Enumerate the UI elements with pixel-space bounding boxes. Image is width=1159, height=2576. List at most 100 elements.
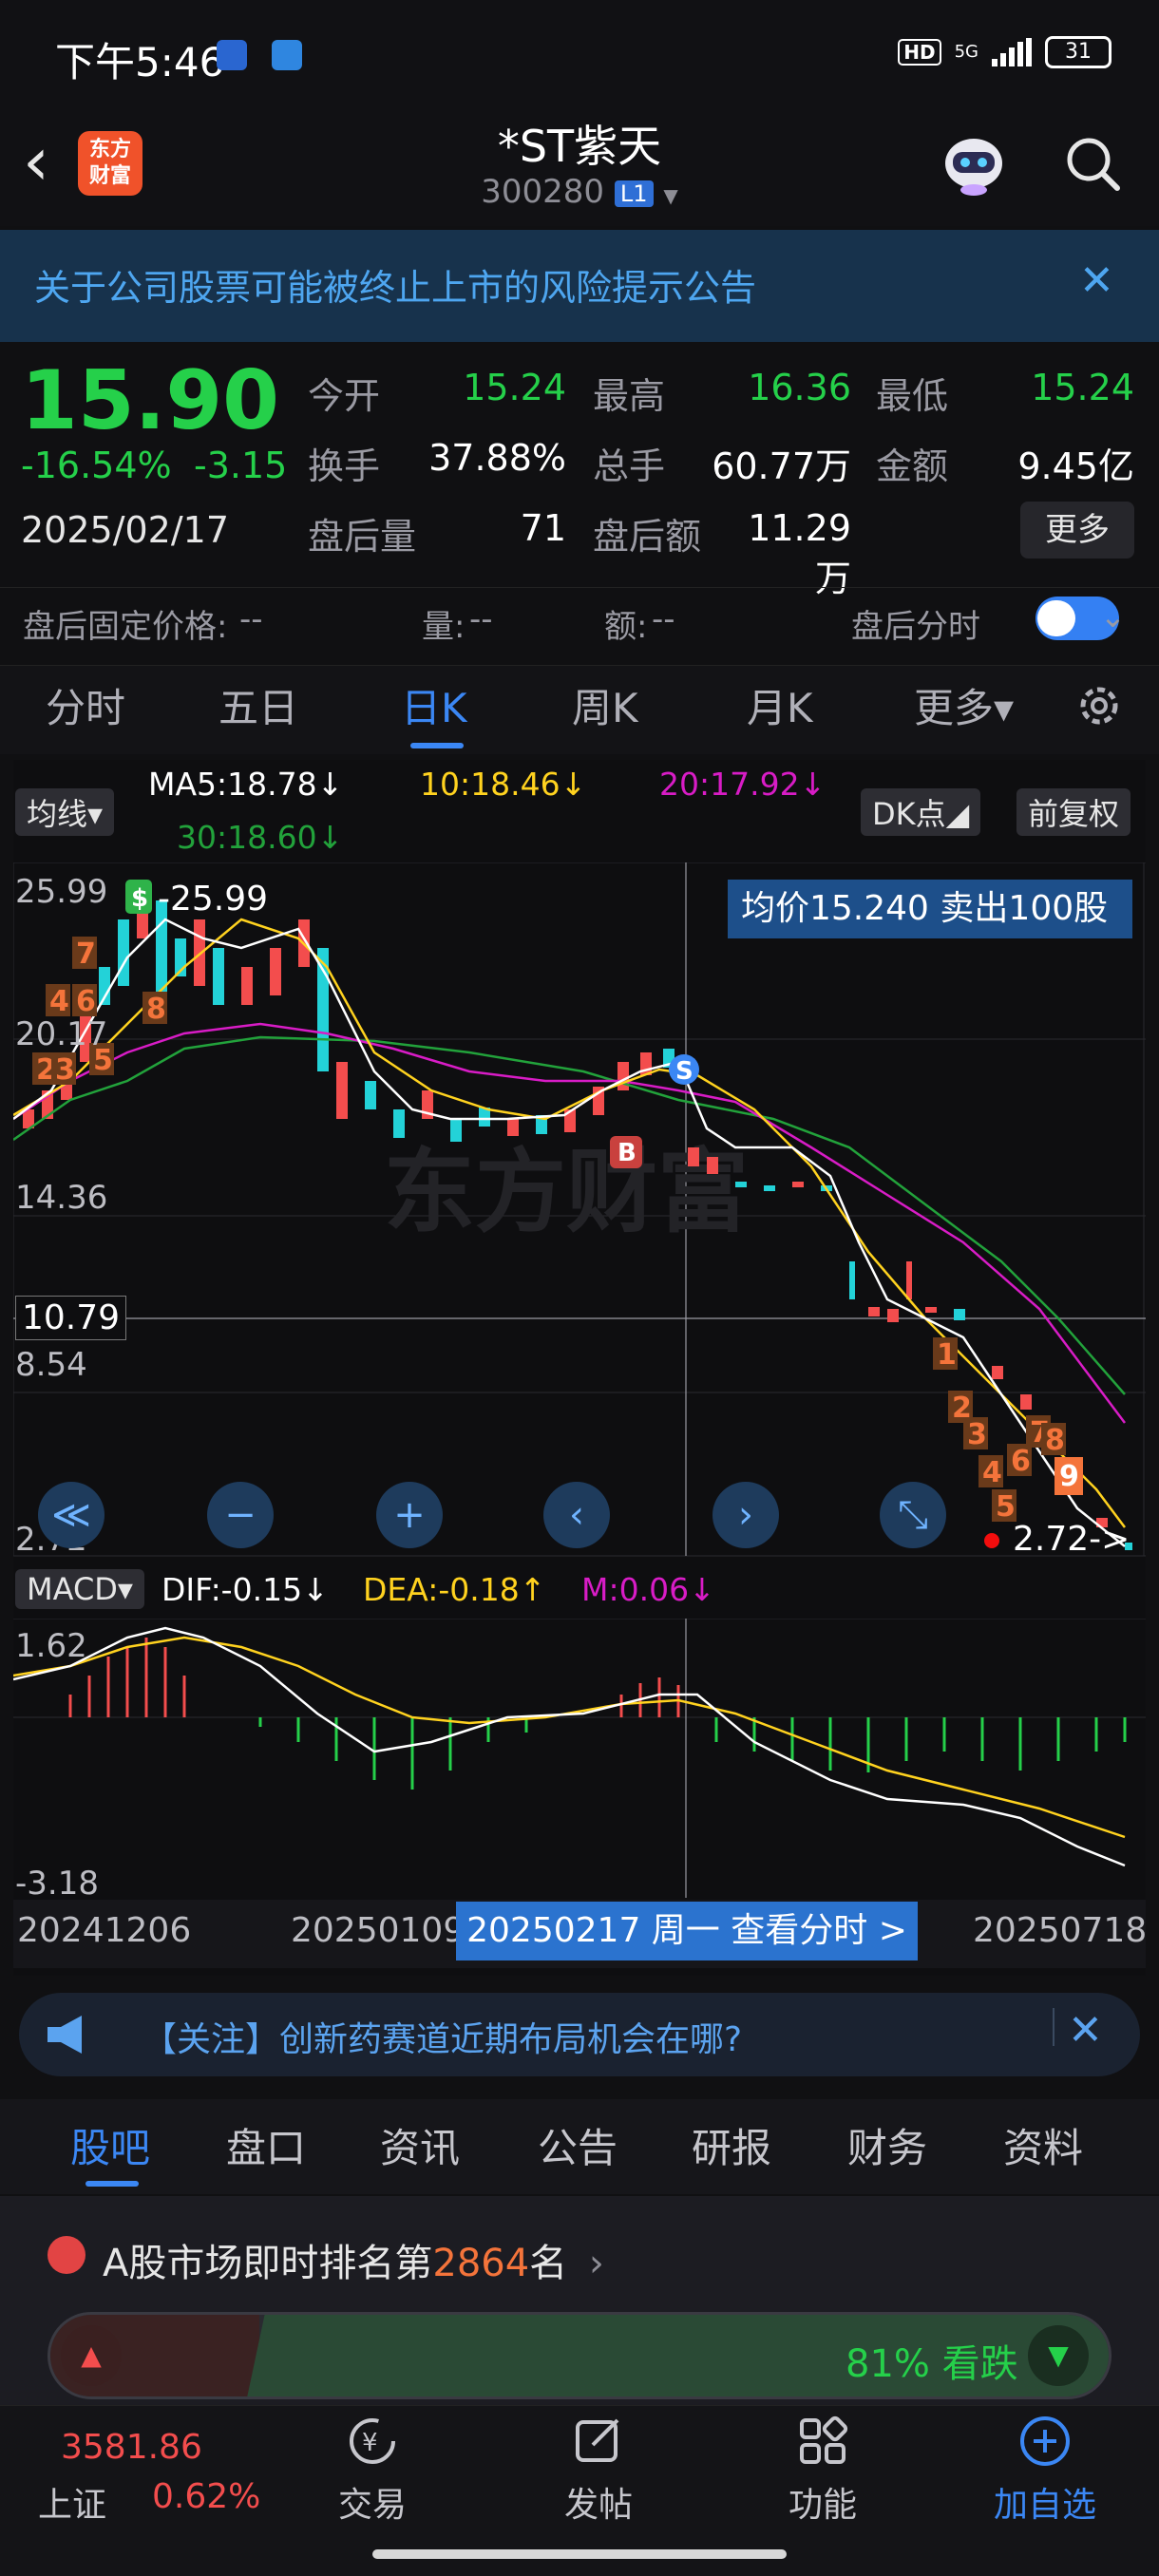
- high-label: 最高: [593, 375, 666, 417]
- low-label: 最低: [876, 375, 949, 417]
- macd-m-value: M:0.06↓: [581, 1571, 715, 1608]
- notice-text[interactable]: 关于公司股票可能被终止上市的风险提示公告: [34, 258, 756, 311]
- ranking-number: 2864: [432, 2242, 530, 2285]
- nav-trade[interactable]: ¥ 交易: [315, 2413, 429, 2527]
- ma30-value: 30:18.60↓: [177, 819, 344, 856]
- tab-more[interactable]: 更多▾: [914, 676, 1014, 734]
- nav-add-watchlist[interactable]: 加自选: [988, 2413, 1102, 2527]
- home-indicator[interactable]: [372, 2549, 787, 2559]
- bearish-vote-button[interactable]: ▼: [1028, 2325, 1089, 2386]
- volume-label: 总手: [593, 445, 666, 487]
- tab-intraday[interactable]: 分时: [46, 676, 125, 734]
- index-change[interactable]: 0.62%: [152, 2477, 260, 2516]
- current-price: 15.90: [21, 353, 280, 448]
- zoom-in-button[interactable]: +: [376, 1482, 443, 1548]
- change-amount: -3.15: [194, 445, 288, 486]
- fullscreen-button[interactable]: ⤡: [880, 1482, 946, 1548]
- nav-functions[interactable]: 功能: [766, 2413, 880, 2527]
- svg-text:6: 6: [76, 985, 96, 1018]
- index-value[interactable]: 3581.86: [61, 2428, 202, 2467]
- volume-value: 60.77万: [712, 445, 851, 487]
- svg-text:7: 7: [76, 938, 96, 971]
- svg-text:3: 3: [55, 1053, 75, 1087]
- tab-weekly-k[interactable]: 周K: [572, 676, 638, 734]
- search-icon[interactable]: [1062, 133, 1123, 194]
- adjust-mode-button[interactable]: 前复权: [1016, 788, 1131, 836]
- ranking-suffix: 名: [529, 2242, 568, 2285]
- quote-date: 2025/02/17: [21, 509, 230, 551]
- low-mark: 2.72->: [1013, 1520, 1130, 1558]
- svg-text:8: 8: [146, 993, 166, 1026]
- bullish-vote-button[interactable]: ▲: [61, 2325, 122, 2386]
- tab-daily-k[interactable]: 日K: [401, 676, 467, 734]
- dea-line: [13, 1636, 1126, 1839]
- svg-text:¥: ¥: [362, 2429, 378, 2457]
- tab-finance[interactable]: 财务: [847, 2116, 927, 2174]
- macd-canvas[interactable]: 1.62 -3.18: [13, 1619, 1146, 1898]
- ad-text[interactable]: 【关注】创新药赛道近期布局机会在哪?: [142, 2012, 742, 2061]
- zoom-out-button[interactable]: −: [207, 1482, 274, 1548]
- y-label-4: 8.54: [15, 1346, 87, 1384]
- gear-icon[interactable]: [1072, 678, 1127, 733]
- turnover-value: 37.88%: [428, 437, 566, 479]
- macd-dif-value: DIF:-0.15↓: [162, 1571, 329, 1608]
- status-indicators: HD 5G 31: [898, 36, 1112, 68]
- tab-profile[interactable]: 资料: [1003, 2116, 1083, 2174]
- index-name[interactable]: 上证: [38, 2477, 106, 2527]
- assistant-robot-icon[interactable]: [936, 131, 1012, 198]
- add-icon: [1020, 2416, 1070, 2466]
- ad-close-icon[interactable]: ✕: [1068, 2006, 1103, 2055]
- scroll-start-button[interactable]: ≪: [38, 1482, 104, 1548]
- open-value: 15.24: [463, 367, 566, 408]
- after-volume-value: 71: [520, 507, 566, 549]
- kline-canvas[interactable]: 东方财富 4 7 6 2 3 5 8 1 2 3 4 5 6 7 8 9 $ S…: [13, 862, 1146, 1558]
- notification-app-icon: [217, 40, 247, 70]
- notice-close-icon[interactable]: ✕: [1079, 256, 1114, 305]
- svg-text:1: 1: [937, 1338, 957, 1372]
- tab-five-day[interactable]: 五日: [218, 676, 298, 734]
- crosshair-price-label: 10.79: [15, 1296, 127, 1340]
- fixed-price-value: --: [239, 600, 263, 638]
- move-left-button[interactable]: ‹: [543, 1482, 610, 1548]
- svg-text:4: 4: [982, 1456, 1002, 1489]
- megaphone-icon: [48, 2016, 82, 2054]
- tab-news[interactable]: 资讯: [380, 2116, 460, 2174]
- ma10-value: 10:18.46↓: [420, 766, 587, 803]
- dk-point-button[interactable]: DK点◢: [861, 788, 981, 836]
- fixed-amount-label: 额:: [604, 608, 648, 646]
- amount-label: 金额: [876, 445, 949, 487]
- tab-active-indicator: [410, 743, 464, 748]
- tab-announcements[interactable]: 公告: [538, 2116, 618, 2174]
- status-time: 下午5:46: [55, 39, 225, 85]
- more-quote-button[interactable]: 更多: [1020, 502, 1134, 559]
- move-right-button[interactable]: ›: [712, 1482, 779, 1548]
- battery-icon: 31: [1045, 36, 1112, 68]
- macd-select-dropdown[interactable]: MACD▾: [15, 1569, 144, 1609]
- post-icon: [576, 2418, 619, 2462]
- tab-research[interactable]: 研报: [692, 2116, 771, 2174]
- tab-orderbook[interactable]: 盘口: [226, 2116, 306, 2174]
- y-label-2: 20.17: [15, 1015, 107, 1053]
- high-mark: -25.99: [158, 880, 268, 919]
- network-type: 5G: [954, 42, 978, 62]
- svg-text:B: B: [618, 1139, 636, 1167]
- hd-badge: HD: [898, 39, 941, 66]
- nav-post-label: 发帖: [563, 2486, 633, 2525]
- ma-select-dropdown[interactable]: 均线▾: [15, 788, 115, 836]
- nav-post[interactable]: 发帖: [542, 2413, 656, 2527]
- after-volume-label: 盘后量: [308, 516, 417, 558]
- ma5-value: MA5:18.78↓: [148, 766, 344, 803]
- after-hours-expand-icon[interactable]: ⌄: [1100, 598, 1126, 635]
- open-label: 今开: [308, 375, 381, 417]
- toggle-knob: [1037, 600, 1075, 636]
- view-intraday-pill[interactable]: 20250217 周一 查看分时 >: [456, 1902, 918, 1960]
- level-badge: L1: [614, 180, 654, 207]
- dif-line: [13, 1626, 1126, 1867]
- ma20-value: 20:17.92↓: [659, 766, 826, 803]
- tab-monthly-k[interactable]: 月K: [747, 676, 813, 734]
- high-value: 16.36: [748, 367, 851, 408]
- after-intraday-label: 盘后分时: [851, 608, 980, 646]
- tab-guba[interactable]: 股吧: [70, 2116, 150, 2174]
- stock-code: 300280: [481, 173, 605, 211]
- ranking-text[interactable]: A股市场即时排名第2864名 ›: [103, 2232, 604, 2287]
